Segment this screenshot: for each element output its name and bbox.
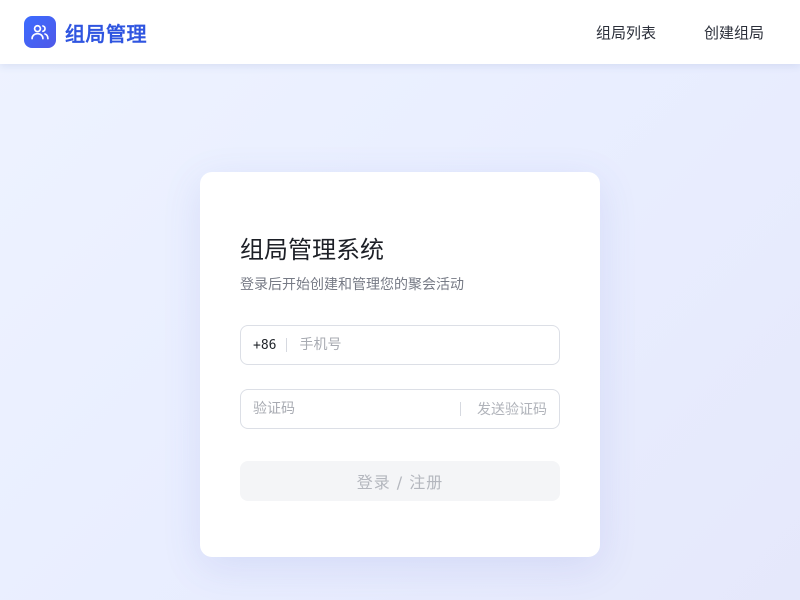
country-code-prefix: +86 [253,337,277,353]
users-icon [24,16,56,48]
verification-code-field: 发送验证码 [240,389,560,429]
nav-item-create-party[interactable]: 创建组局 [704,22,764,43]
nav-item-party-list[interactable]: 组局列表 [596,22,656,43]
main-nav: 组局列表 创建组局 [548,22,764,43]
login-register-button[interactable]: 登录 / 注册 [240,461,560,501]
phone-field: +86 [240,325,560,365]
login-title: 组局管理系统 [240,236,384,264]
verification-code-input[interactable] [241,390,460,428]
send-code-button[interactable]: 发送验证码 [461,399,559,419]
phone-input[interactable] [287,326,559,364]
brand[interactable]: 组局管理 [24,16,147,48]
login-subtitle: 登录后开始创建和管理您的聚会活动 [240,277,464,293]
top-nav-bar: 组局管理 组局列表 创建组局 [0,0,800,64]
brand-title: 组局管理 [65,21,147,46]
login-card: 组局管理系统 登录后开始创建和管理您的聚会活动 +86 发送验证码 登录 / 注… [200,172,600,557]
